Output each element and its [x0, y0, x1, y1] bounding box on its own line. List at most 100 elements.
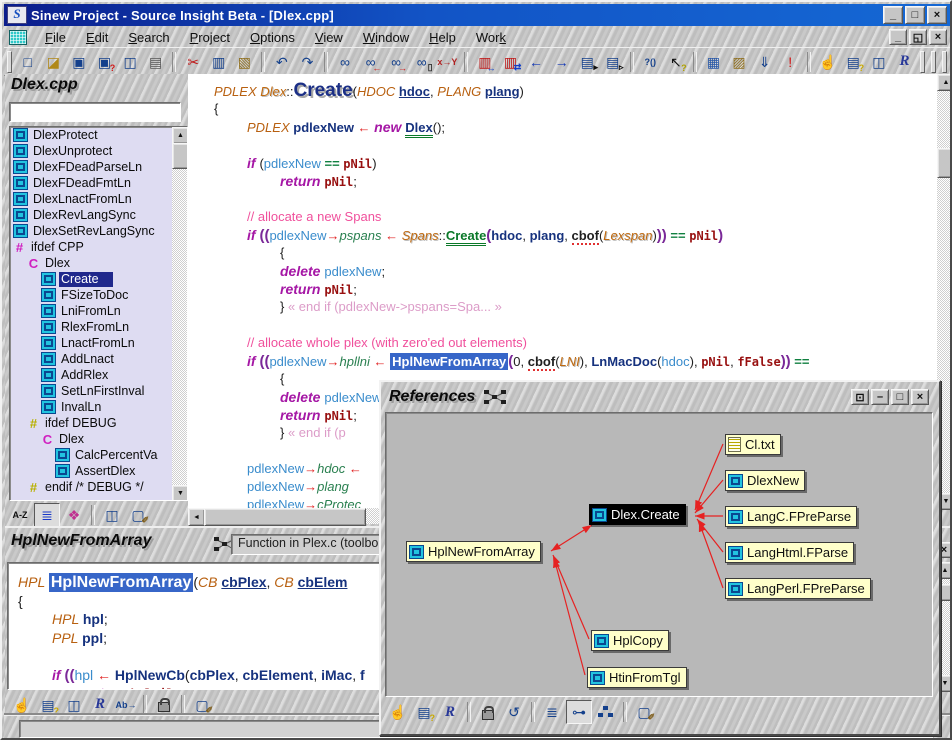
- symbol-item[interactable]: #ifdef DEBUG: [10, 415, 187, 431]
- find-next-button[interactable]: ∞→: [384, 51, 408, 73]
- menu-view[interactable]: View: [305, 29, 353, 46]
- view-symbol-tree-button[interactable]: ❖: [62, 504, 86, 526]
- rebuild-project-button[interactable]: ▨: [727, 51, 751, 73]
- symbol-item[interactable]: Create: [10, 271, 187, 287]
- reference-node[interactable]: HplCopy: [591, 630, 669, 651]
- symbol-item[interactable]: SetLnFirstInval: [10, 383, 187, 399]
- cut-button[interactable]: ✂: [181, 51, 205, 73]
- properties-button[interactable]: ▢✐: [190, 694, 214, 716]
- stop-button[interactable]: !: [778, 51, 802, 73]
- symbol-item[interactable]: CDlex: [10, 255, 187, 271]
- redo-button[interactable]: ↷: [296, 51, 320, 73]
- symbol-item[interactable]: LniFromLn: [10, 303, 187, 319]
- refresh-button[interactable]: ↺: [502, 701, 526, 723]
- run-script-button[interactable]: R: [88, 694, 112, 716]
- toolbar-grip[interactable]: [920, 51, 925, 73]
- view-hierarchy-button[interactable]: [594, 701, 618, 723]
- new-file-button[interactable]: □: [16, 51, 40, 73]
- menu-window[interactable]: Window: [353, 29, 419, 46]
- title-bar[interactable]: S Sinew Project - Source Insight Beta - …: [4, 4, 950, 26]
- document-icon[interactable]: [9, 30, 27, 45]
- close-button[interactable]: ×: [911, 389, 929, 405]
- menu-edit[interactable]: Edit: [76, 29, 118, 46]
- find-in-files-button[interactable]: ∞▯: [410, 51, 434, 73]
- close-button[interactable]: ×: [927, 6, 947, 24]
- save-all-button[interactable]: ◫: [118, 51, 142, 73]
- go-back-button[interactable]: ←: [524, 51, 548, 73]
- menu-search[interactable]: Search: [118, 29, 179, 46]
- menu-work[interactable]: Work: [466, 29, 516, 46]
- properties-button[interactable]: ▢✐: [126, 504, 150, 526]
- scroll-up-button[interactable]: ▲: [172, 127, 188, 144]
- help-mode-button[interactable]: ▤?: [36, 694, 60, 716]
- reference-node[interactable]: Dlex.Create: [589, 504, 686, 525]
- find-button[interactable]: ∞: [333, 51, 357, 73]
- view-call-graph-button[interactable]: ⊶: [566, 700, 592, 724]
- help-contents-button[interactable]: ◫: [100, 504, 124, 526]
- menu-help[interactable]: Help: [419, 29, 466, 46]
- goto-definition-button[interactable]: ▤▸: [575, 51, 599, 73]
- rollup-button[interactable]: ⊡: [851, 389, 869, 405]
- undo-button[interactable]: ↶: [270, 51, 294, 73]
- toolbar-grip[interactable]: [7, 51, 12, 73]
- toolbar-grip[interactable]: [942, 51, 947, 73]
- properties-button[interactable]: ▢✐: [632, 701, 656, 723]
- help-mode-button[interactable]: ▤?: [842, 51, 866, 73]
- maximize-button[interactable]: □: [905, 6, 925, 24]
- browse-symbols-button[interactable]: ?(): [639, 51, 663, 73]
- reference-node[interactable]: HplNewFromArray: [406, 541, 541, 562]
- find-previous-button[interactable]: ∞←: [359, 51, 383, 73]
- symbol-item[interactable]: DlexUnprotect: [10, 143, 187, 159]
- minimize-button[interactable]: _: [883, 6, 903, 24]
- browse-context-button[interactable]: ☝: [10, 694, 34, 716]
- save-file-button[interactable]: ▣: [67, 51, 91, 73]
- replace-button[interactable]: x→Y: [436, 51, 460, 73]
- link-sync-button[interactable]: ▥⇄: [499, 51, 523, 73]
- symbol-item[interactable]: #ifdef CPP: [10, 239, 187, 255]
- symbol-item[interactable]: CalcPercentVa: [10, 447, 187, 463]
- scrollbar-thumb[interactable]: [172, 143, 188, 169]
- app-icon[interactable]: S: [7, 6, 27, 24]
- project-window-button[interactable]: ▦: [702, 51, 726, 73]
- run-script-button[interactable]: R: [893, 51, 917, 73]
- save-file-query-button[interactable]: ▣?: [93, 51, 117, 73]
- rename-button[interactable]: Ab→: [114, 694, 138, 716]
- reference-node[interactable]: HtinFromTgl: [587, 667, 687, 688]
- help-contents-button[interactable]: ◫: [867, 51, 891, 73]
- menu-project[interactable]: Project: [180, 29, 240, 46]
- symbol-item[interactable]: AddRlex: [10, 367, 187, 383]
- symbol-list-scrollbar[interactable]: ▲ ▼: [172, 127, 187, 500]
- symbol-filter-input[interactable]: [9, 102, 181, 122]
- goto-reference-button[interactable]: ▤▹: [601, 51, 625, 73]
- scroll-up-button[interactable]: ▲: [937, 74, 952, 91]
- symbol-item[interactable]: DlexRevLangSync: [10, 207, 187, 223]
- open-file-button[interactable]: ◪: [42, 51, 66, 73]
- references-graph-canvas[interactable]: Dlex.CreateCl.txtDlexNewLangC.FPreParseL…: [385, 412, 933, 697]
- view-outline-button[interactable]: ≣: [540, 701, 564, 723]
- symbol-item[interactable]: AddLnact: [10, 351, 187, 367]
- mdi-close-button[interactable]: ×: [929, 29, 947, 45]
- scrollbar-track[interactable]: [172, 127, 187, 500]
- menu-file[interactable]: File: [35, 29, 76, 46]
- scroll-down-button[interactable]: ▼: [172, 485, 188, 501]
- print-button[interactable]: ▤: [144, 51, 168, 73]
- maximize-button[interactable]: □: [891, 389, 909, 405]
- menu-options[interactable]: Options: [240, 29, 305, 46]
- sort-by-line-button[interactable]: ≣: [34, 503, 60, 527]
- symbol-item[interactable]: FSizeToDoc: [10, 287, 187, 303]
- symbol-item[interactable]: InvalLn: [10, 399, 187, 415]
- help-mode-button[interactable]: ▤?: [412, 701, 436, 723]
- references-title-bar[interactable]: References ⊡ – □ ×: [383, 384, 933, 410]
- reference-node[interactable]: DlexNew: [725, 470, 805, 491]
- toolbar-grip[interactable]: [931, 51, 936, 73]
- scroll-left-button[interactable]: ◄: [188, 508, 205, 526]
- symbol-list[interactable]: DlexProtectDlexUnprotectDlexFDeadParseLn…: [9, 126, 188, 501]
- link-window-button[interactable]: ▥↔: [473, 51, 497, 73]
- go-forward-button[interactable]: →: [550, 51, 574, 73]
- symbol-item[interactable]: LnactFromLn: [10, 335, 187, 351]
- lock-button[interactable]: [152, 694, 176, 716]
- symbol-item[interactable]: AssertDlex: [10, 463, 187, 479]
- browse-context-button[interactable]: ☝: [816, 51, 840, 73]
- help-contents-button[interactable]: ◫: [62, 694, 86, 716]
- symbol-item[interactable]: DlexLnactFromLn: [10, 191, 187, 207]
